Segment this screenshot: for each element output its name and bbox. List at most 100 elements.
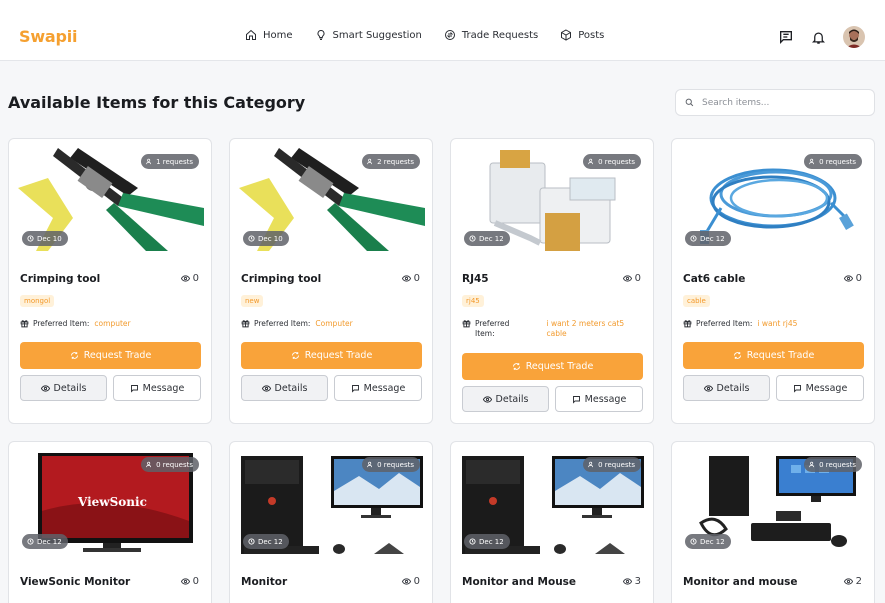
chat-icon (130, 384, 138, 393)
clock-icon (27, 235, 34, 242)
request-trade-button[interactable]: Request Trade (241, 342, 422, 369)
message-button[interactable]: Message (334, 375, 422, 401)
chat-icon (351, 384, 359, 393)
item-image-viewsonic-monitor[interactable]: ViewSonic 0 requests Dec 12 (18, 451, 204, 554)
nav-trade-requests-label: Trade Requests (461, 29, 539, 41)
request-count-badge: 0 requests (583, 154, 641, 169)
users-icon (146, 158, 152, 165)
category-tag: cable (683, 295, 710, 307)
item-card[interactable]: 0 requests Dec 12 RJ45 0 rj45 Preferred … (450, 138, 654, 424)
request-count-badge: 2 requests (362, 154, 420, 169)
nav-home[interactable]: Home (245, 29, 293, 41)
main-nav: Home Smart Suggestion Trade Requests Pos… (245, 29, 626, 41)
item-image-pc-set-2[interactable]: 0 requests Dec 12 (681, 451, 867, 554)
search-icon (685, 98, 694, 107)
swap-icon (444, 30, 455, 40)
eye-icon (482, 395, 492, 403)
item-card[interactable]: 2 requests Dec 10 Crimping tool 0 new Pr… (229, 138, 433, 424)
request-count-badge: 0 requests (804, 457, 862, 472)
item-image-pc-set[interactable]: 0 requests Dec 12 (460, 451, 646, 554)
request-count-badge: 1 requests (141, 154, 199, 169)
details-button[interactable]: Details (241, 375, 328, 401)
page-title: Available Items for this Category (8, 93, 306, 112)
eye-icon (843, 578, 853, 585)
refresh-icon (733, 352, 741, 359)
box-icon (561, 29, 572, 41)
item-card[interactable]: 0 requests Dec 12 Monitor and mouse 2 (671, 441, 875, 603)
monitor-brand-text: ViewSonic (77, 495, 147, 509)
clock-icon (469, 538, 476, 545)
nav-home-label: Home (263, 29, 293, 41)
app-logo[interactable]: Swapii (19, 27, 78, 46)
bell-icon[interactable] (811, 30, 826, 45)
home-icon (246, 29, 256, 40)
date-badge: Dec 12 (243, 534, 289, 549)
users-icon (809, 461, 815, 468)
item-title: RJ45 (462, 273, 489, 285)
message-button[interactable]: Message (776, 375, 864, 401)
item-card[interactable]: ViewSonic 0 requests Dec 12 ViewSonic Mo… (8, 441, 212, 603)
request-trade-button[interactable]: Request Trade (20, 342, 201, 369)
eye-icon (401, 578, 411, 585)
nav-posts[interactable]: Posts (560, 29, 604, 41)
item-card[interactable]: 0 requests Dec 12 Monitor and Mouse 3 (450, 441, 654, 603)
item-image-crimping-tool[interactable]: 1 requests Dec 10 (18, 148, 204, 251)
view-count: 3 (622, 576, 641, 587)
request-trade-button[interactable]: Request Trade (683, 342, 864, 369)
item-card[interactable]: 1 requests Dec 10 Crimping tool 0 mongol… (8, 138, 212, 424)
preferred-item: Preferred Item: i want 2 meters cat5 cab… (462, 319, 644, 339)
preferred-item: Preferred Item: i want rj45 (683, 319, 865, 328)
view-count: 0 (622, 273, 641, 284)
clock-icon (690, 538, 697, 545)
view-count: 0 (180, 576, 199, 587)
search-box[interactable] (675, 89, 875, 116)
view-count: 0 (401, 576, 420, 587)
date-badge: Dec 10 (22, 231, 68, 246)
item-image-rj45-connectors[interactable]: 0 requests Dec 12 (460, 148, 646, 251)
user-avatar[interactable] (843, 26, 865, 48)
eye-icon (180, 578, 190, 585)
date-badge: Dec 10 (243, 231, 289, 246)
request-count-badge: 0 requests (362, 457, 420, 472)
nav-smart-suggestion[interactable]: Smart Suggestion (315, 29, 422, 41)
clock-icon (27, 538, 34, 545)
refresh-icon (512, 363, 520, 370)
clock-icon (690, 235, 697, 242)
message-button[interactable]: Message (555, 386, 643, 412)
item-title: ViewSonic Monitor (20, 576, 131, 588)
search-input[interactable] (702, 97, 862, 108)
details-button[interactable]: Details (462, 386, 549, 412)
item-image-pc-set[interactable]: 0 requests Dec 12 (239, 451, 425, 554)
item-card[interactable]: 0 requests Dec 12 Cat6 cable 0 cable Pre… (671, 138, 875, 424)
clock-icon (248, 235, 255, 242)
category-tag: new (241, 295, 264, 307)
item-image-crimping-tool[interactable]: 2 requests Dec 10 (239, 148, 425, 251)
chat-icon (793, 384, 801, 393)
chat-icon (572, 395, 580, 404)
refresh-icon (291, 352, 299, 359)
eye-icon (180, 275, 190, 282)
item-card[interactable]: 0 requests Dec 12 Monitor 0 (229, 441, 433, 603)
message-icon[interactable] (778, 29, 794, 45)
item-title: Cat6 cable (683, 273, 746, 285)
gift-icon (241, 320, 250, 328)
item-image-blue-cable[interactable]: 0 requests Dec 12 (681, 148, 867, 251)
gift-icon (683, 320, 692, 328)
users-icon (588, 158, 594, 165)
item-title: Crimping tool (241, 273, 322, 285)
request-trade-button[interactable]: Request Trade (462, 353, 643, 380)
date-badge: Dec 12 (685, 534, 731, 549)
view-count: 2 (843, 576, 862, 587)
item-title: Crimping tool (20, 273, 101, 285)
view-count: 0 (401, 273, 420, 284)
nav-trade-requests[interactable]: Trade Requests (444, 29, 538, 41)
eye-icon (843, 275, 853, 282)
eye-icon (622, 275, 632, 282)
details-button[interactable]: Details (683, 375, 770, 401)
preferred-item: Preferred Item: computer (20, 319, 202, 328)
category-tag: rj45 (462, 295, 484, 307)
message-button[interactable]: Message (113, 375, 201, 401)
request-count-badge: 0 requests (804, 154, 862, 169)
eye-icon (261, 384, 271, 392)
details-button[interactable]: Details (20, 375, 107, 401)
